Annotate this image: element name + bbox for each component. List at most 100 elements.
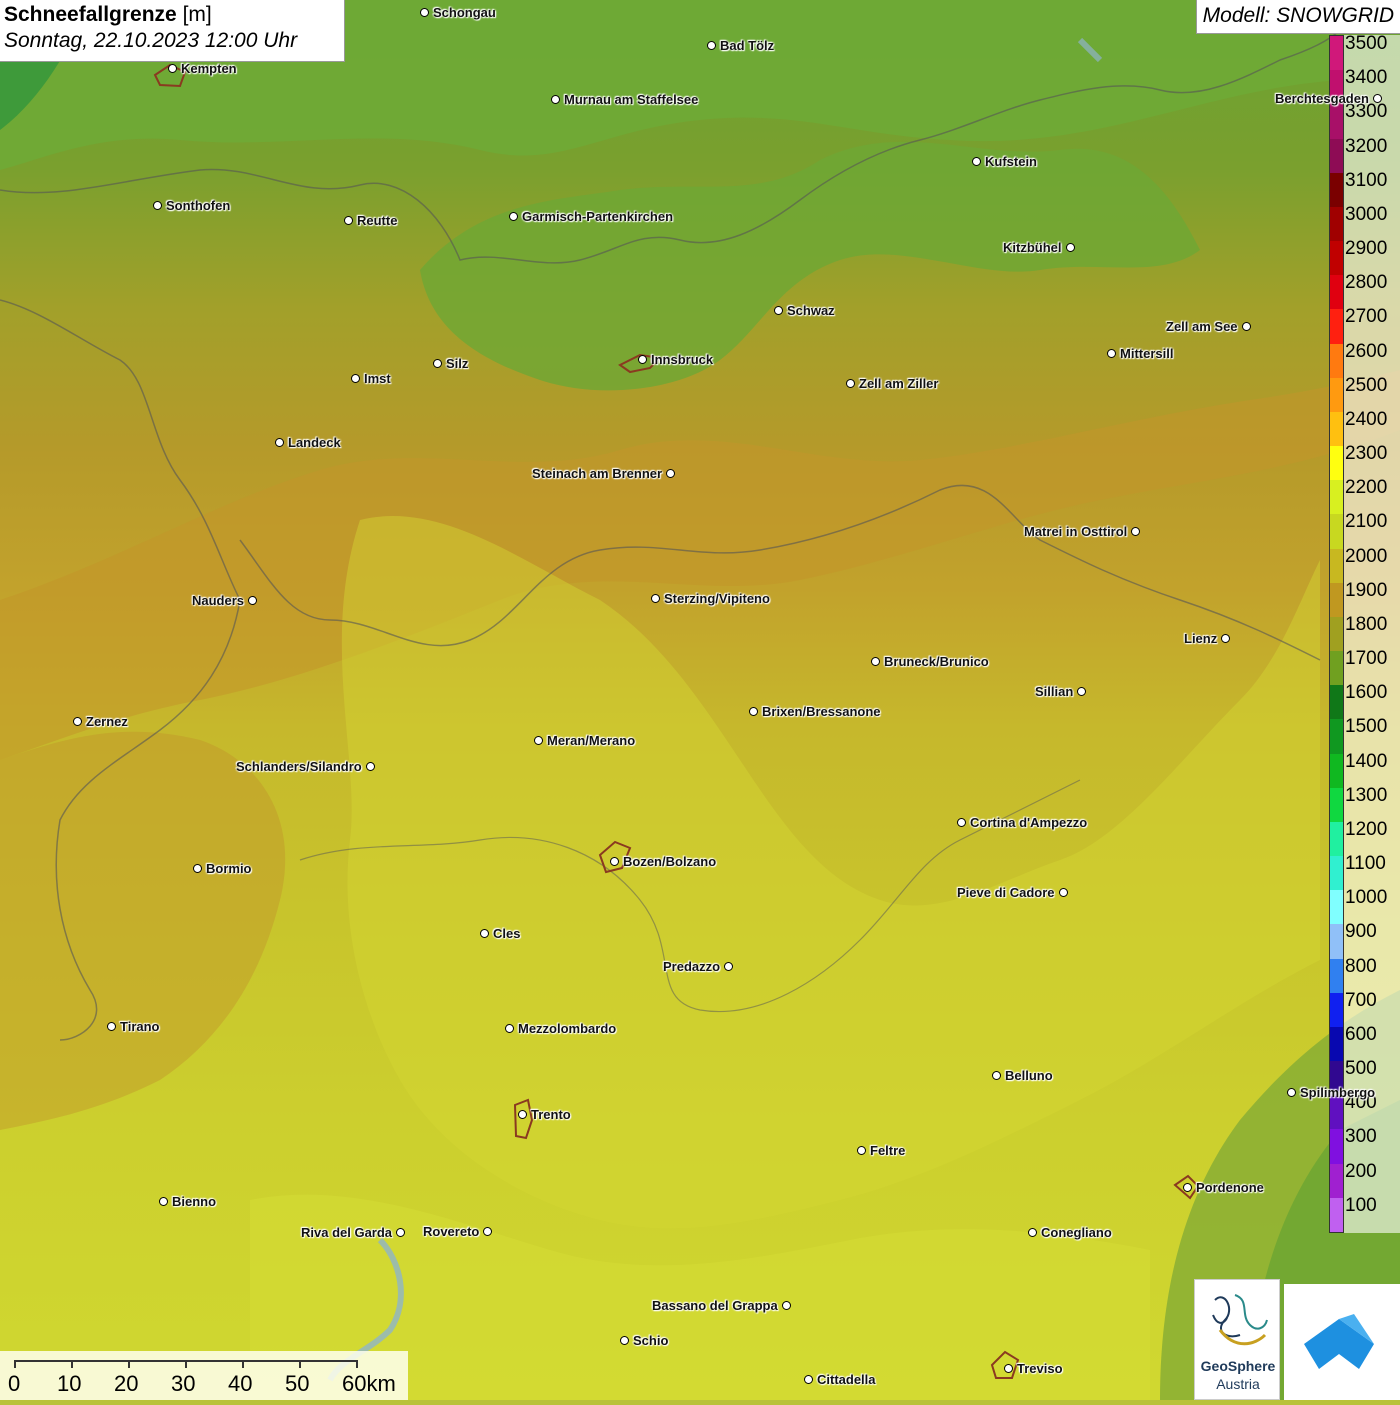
city-label: Bruneck/Brunico xyxy=(871,654,989,669)
city-label: Meran/Merano xyxy=(534,733,636,748)
geosphere-logo[interactable]: GeoSphere Austria xyxy=(1194,1279,1280,1400)
legend-label: 2000 xyxy=(1345,545,1388,567)
scale-label: 40 xyxy=(228,1371,253,1396)
legend-label: 100 xyxy=(1345,1194,1377,1216)
city-marker-icon xyxy=(857,1146,866,1155)
city-label: Cortina d'Ampezzo xyxy=(957,815,1088,830)
map-datetime: Sonntag, 22.10.2023 12:00 Uhr xyxy=(4,29,298,52)
city-name: Pieve di Cadore xyxy=(957,885,1055,900)
city-marker-icon xyxy=(651,594,660,603)
city-marker-icon xyxy=(1077,687,1086,696)
legend-swatch xyxy=(1330,582,1343,618)
city-label: Sonthofen xyxy=(153,198,231,213)
city-label: Trento xyxy=(518,1107,571,1122)
city-marker-icon xyxy=(666,469,675,478)
parameter-name: Schneefallgrenze xyxy=(4,3,177,26)
city-name: Imst xyxy=(364,371,391,386)
city-name: Bruneck/Brunico xyxy=(884,654,989,669)
legend-label: 3000 xyxy=(1345,203,1388,225)
city-name: Sillian xyxy=(1035,684,1074,699)
city-name: Berchtesgaden xyxy=(1275,91,1369,106)
scale-tick xyxy=(128,1360,130,1368)
city-name: Bozen/Bolzano xyxy=(623,854,717,869)
city-marker-icon xyxy=(1131,527,1140,536)
city-name: Bienno xyxy=(172,1194,217,1209)
city-name: Lienz xyxy=(1184,631,1218,646)
legend-swatch xyxy=(1330,104,1343,139)
city-marker-icon xyxy=(774,306,783,315)
city-marker-icon xyxy=(505,1024,514,1033)
city-name: Trento xyxy=(531,1107,571,1122)
legend-swatch xyxy=(1330,514,1343,550)
legend-label: 1300 xyxy=(1345,784,1388,806)
city-label: Murnau am Staffelsee xyxy=(551,92,698,107)
city-name: Landeck xyxy=(288,435,341,450)
legend-swatch xyxy=(1330,1095,1343,1130)
city-label: Innsbruck xyxy=(638,352,714,367)
city-name: Schongau xyxy=(433,5,496,20)
legend-label: 500 xyxy=(1345,1058,1377,1080)
city-marker-icon xyxy=(707,41,716,50)
city-name: Feltre xyxy=(870,1143,906,1158)
legend-label: 1400 xyxy=(1345,750,1388,772)
city-marker-icon xyxy=(551,95,560,104)
legend-label: 3200 xyxy=(1345,135,1388,157)
city-label: Steinach am Brenner xyxy=(532,466,675,481)
city-name: Rovereto xyxy=(423,1224,480,1239)
legend-label: 2200 xyxy=(1345,477,1388,499)
city-name: Bormio xyxy=(206,861,252,876)
city-marker-icon xyxy=(1373,94,1382,103)
legend-swatch xyxy=(1330,36,1343,71)
city-label: Bassano del Grappa xyxy=(652,1298,791,1313)
parameter-unit: [m] xyxy=(182,3,212,26)
legend-label: 1000 xyxy=(1345,887,1388,909)
city-label: Cittadella xyxy=(804,1372,876,1387)
city-marker-icon xyxy=(724,962,733,971)
city-marker-icon xyxy=(1066,243,1075,252)
legend-label: 3100 xyxy=(1345,169,1388,191)
city-name: Pordenone xyxy=(1196,1180,1264,1195)
scale-label: 20 xyxy=(114,1371,139,1396)
city-name: Cittadella xyxy=(817,1372,876,1387)
city-marker-icon xyxy=(782,1301,791,1310)
city-label: Bad Tölz xyxy=(707,38,774,53)
city-label: Garmisch-Partenkirchen xyxy=(509,209,673,224)
legend-label: 3400 xyxy=(1345,67,1388,89)
scale-tick xyxy=(356,1360,358,1368)
city-name: Predazzo xyxy=(663,959,721,974)
legend-swatch xyxy=(1330,411,1343,447)
city-label: Zell am Ziller xyxy=(846,376,938,391)
city-label: Cles xyxy=(480,926,520,941)
city-marker-icon xyxy=(433,359,442,368)
city-marker-icon xyxy=(159,1197,168,1206)
city-name: Cortina d'Ampezzo xyxy=(970,815,1088,830)
legend-label: 800 xyxy=(1345,955,1377,977)
city-name: Sonthofen xyxy=(166,198,231,213)
city-marker-icon xyxy=(396,1228,405,1237)
app-logo[interactable] xyxy=(1284,1284,1400,1400)
city-marker-icon xyxy=(1242,322,1251,331)
legend-label: 2400 xyxy=(1345,408,1388,430)
city-name: Innsbruck xyxy=(651,352,714,367)
city-marker-icon xyxy=(972,157,981,166)
city-label: Mittersill xyxy=(1107,346,1173,361)
city-label: Kempten xyxy=(168,61,237,76)
city-name: Zernez xyxy=(86,714,128,729)
legend-label: 1900 xyxy=(1345,579,1388,601)
legend-swatch xyxy=(1330,1163,1343,1199)
city-marker-icon xyxy=(420,8,429,17)
city-marker-icon xyxy=(107,1022,116,1031)
legend-label: 700 xyxy=(1345,989,1377,1011)
legend-swatch xyxy=(1330,753,1343,789)
legend-label: 2300 xyxy=(1345,443,1388,465)
logo-subname: Austria xyxy=(1216,1376,1260,1392)
scale-label: 0 xyxy=(8,1371,21,1396)
legend-label: 200 xyxy=(1345,1160,1377,1182)
city-label: Pieve di Cadore xyxy=(957,885,1068,900)
scale-label: 50 xyxy=(285,1371,310,1396)
city-marker-icon xyxy=(275,438,284,447)
city-name: Meran/Merano xyxy=(547,733,636,748)
legend-swatch xyxy=(1330,924,1343,960)
city-name: Schlanders/Silandro xyxy=(236,759,362,774)
city-label: Predazzo xyxy=(663,959,733,974)
